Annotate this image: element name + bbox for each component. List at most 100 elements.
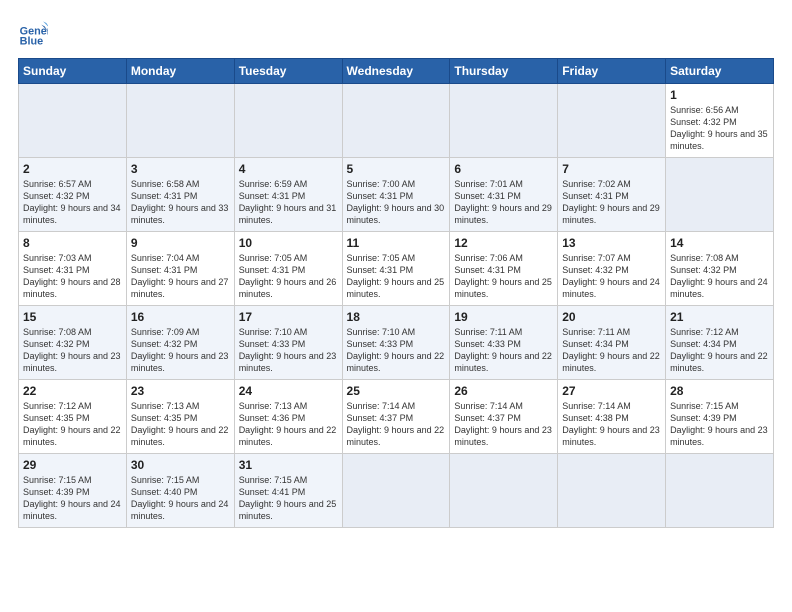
day-number: 8	[23, 236, 122, 250]
day-info: Sunrise: 7:10 AMSunset: 4:33 PMDaylight:…	[347, 326, 446, 375]
day-info: Sunrise: 6:59 AMSunset: 4:31 PMDaylight:…	[239, 178, 338, 227]
calendar-cell: 28 Sunrise: 7:15 AMSunset: 4:39 PMDayligh…	[666, 380, 774, 454]
week-row-6: 29Sunrise: 7:15 AMSunset: 4:39 PMDayligh…	[19, 454, 774, 528]
day-info: Sunrise: 7:02 AMSunset: 4:31 PMDaylight:…	[562, 178, 661, 227]
day-number: 30	[131, 458, 230, 472]
calendar-cell: 17 Sunrise: 7:10 AMSunset: 4:33 PMDayligh…	[234, 306, 342, 380]
day-number: 16	[131, 310, 230, 324]
day-number: 3	[131, 162, 230, 176]
day-info: Sunrise: 7:14 AMSunset: 4:38 PMDaylight:…	[562, 400, 661, 449]
calendar-cell	[234, 84, 342, 158]
day-number: 4	[239, 162, 338, 176]
calendar-cell	[558, 84, 666, 158]
week-row-5: 22Sunrise: 7:12 AMSunset: 4:35 PMDayligh…	[19, 380, 774, 454]
day-info: Sunrise: 7:15 AMSunset: 4:41 PMDaylight:…	[239, 474, 338, 523]
calendar-cell: 31 Sunrise: 7:15 AMSunset: 4:41 PMDayligh…	[234, 454, 342, 528]
calendar-cell: 4 Sunrise: 6:59 AMSunset: 4:31 PMDaylight…	[234, 158, 342, 232]
calendar-cell: 1 Sunrise: 6:56 AMSunset: 4:32 PMDaylight…	[666, 84, 774, 158]
day-number: 27	[562, 384, 661, 398]
day-info: Sunrise: 7:03 AMSunset: 4:31 PMDaylight:…	[23, 252, 122, 301]
calendar-cell: 8 Sunrise: 7:03 AMSunset: 4:31 PMDaylight…	[19, 232, 127, 306]
calendar-cell: 29Sunrise: 7:15 AMSunset: 4:39 PMDayligh…	[19, 454, 127, 528]
calendar-cell	[450, 454, 558, 528]
calendar-cell	[342, 84, 450, 158]
day-info: Sunrise: 6:56 AMSunset: 4:32 PMDaylight:…	[670, 104, 769, 153]
header-cell-saturday: Saturday	[666, 59, 774, 84]
day-number: 6	[454, 162, 553, 176]
day-number: 7	[562, 162, 661, 176]
calendar-cell: 7 Sunrise: 7:02 AMSunset: 4:31 PMDaylight…	[558, 158, 666, 232]
day-info: Sunrise: 7:12 AMSunset: 4:34 PMDaylight:…	[670, 326, 769, 375]
day-number: 28	[670, 384, 769, 398]
calendar-cell: 12Sunrise: 7:06 AMSunset: 4:31 PMDayligh…	[450, 232, 558, 306]
day-number: 1	[670, 88, 769, 102]
calendar-cell	[342, 454, 450, 528]
calendar-cell: 20 Sunrise: 7:11 AMSunset: 4:34 PMDayligh…	[558, 306, 666, 380]
day-info: Sunrise: 7:13 AMSunset: 4:35 PMDaylight:…	[131, 400, 230, 449]
day-info: Sunrise: 7:05 AMSunset: 4:31 PMDaylight:…	[347, 252, 446, 301]
header-cell-wednesday: Wednesday	[342, 59, 450, 84]
day-info: Sunrise: 6:58 AMSunset: 4:31 PMDaylight:…	[131, 178, 230, 227]
calendar-cell	[450, 84, 558, 158]
week-row-1: 1 Sunrise: 6:56 AMSunset: 4:32 PMDaylight…	[19, 84, 774, 158]
day-number: 10	[239, 236, 338, 250]
calendar-cell: 16Sunrise: 7:09 AMSunset: 4:32 PMDayligh…	[126, 306, 234, 380]
logo: General Blue	[18, 18, 52, 48]
day-info: Sunrise: 7:10 AMSunset: 4:33 PMDaylight:…	[239, 326, 338, 375]
day-info: Sunrise: 7:00 AMSunset: 4:31 PMDaylight:…	[347, 178, 446, 227]
day-info: Sunrise: 7:11 AMSunset: 4:34 PMDaylight:…	[562, 326, 661, 375]
week-row-2: 2 Sunrise: 6:57 AMSunset: 4:32 PMDaylight…	[19, 158, 774, 232]
svg-text:Blue: Blue	[20, 36, 43, 48]
calendar-cell: 27 Sunrise: 7:14 AMSunset: 4:38 PMDayligh…	[558, 380, 666, 454]
calendar-table: SundayMondayTuesdayWednesdayThursdayFrid…	[18, 58, 774, 528]
day-number: 18	[347, 310, 446, 324]
day-number: 26	[454, 384, 553, 398]
day-info: Sunrise: 7:11 AMSunset: 4:33 PMDaylight:…	[454, 326, 553, 375]
day-number: 23	[131, 384, 230, 398]
day-number: 5	[347, 162, 446, 176]
calendar-cell: 6 Sunrise: 7:01 AMSunset: 4:31 PMDaylight…	[450, 158, 558, 232]
day-number: 13	[562, 236, 661, 250]
header: General Blue	[18, 18, 774, 48]
calendar-cell: 19Sunrise: 7:11 AMSunset: 4:33 PMDayligh…	[450, 306, 558, 380]
calendar-cell: 18 Sunrise: 7:10 AMSunset: 4:33 PMDayligh…	[342, 306, 450, 380]
calendar-cell: 21Sunrise: 7:12 AMSunset: 4:34 PMDayligh…	[666, 306, 774, 380]
day-info: Sunrise: 7:04 AMSunset: 4:31 PMDaylight:…	[131, 252, 230, 301]
day-number: 2	[23, 162, 122, 176]
day-number: 24	[239, 384, 338, 398]
day-info: Sunrise: 6:57 AMSunset: 4:32 PMDaylight:…	[23, 178, 122, 227]
day-info: Sunrise: 7:01 AMSunset: 4:31 PMDaylight:…	[454, 178, 553, 227]
header-cell-monday: Monday	[126, 59, 234, 84]
day-info: Sunrise: 7:15 AMSunset: 4:40 PMDaylight:…	[131, 474, 230, 523]
header-cell-tuesday: Tuesday	[234, 59, 342, 84]
calendar-cell	[126, 84, 234, 158]
day-info: Sunrise: 7:15 AMSunset: 4:39 PMDaylight:…	[670, 400, 769, 449]
week-row-4: 15 Sunrise: 7:08 AMSunset: 4:32 PMDayligh…	[19, 306, 774, 380]
day-number: 15	[23, 310, 122, 324]
day-info: Sunrise: 7:14 AMSunset: 4:37 PMDaylight:…	[454, 400, 553, 449]
calendar-header: SundayMondayTuesdayWednesdayThursdayFrid…	[19, 59, 774, 84]
header-row: SundayMondayTuesdayWednesdayThursdayFrid…	[19, 59, 774, 84]
day-number: 14	[670, 236, 769, 250]
calendar-cell: 9Sunrise: 7:04 AMSunset: 4:31 PMDaylight…	[126, 232, 234, 306]
week-row-3: 8 Sunrise: 7:03 AMSunset: 4:31 PMDaylight…	[19, 232, 774, 306]
calendar-cell: 14Sunrise: 7:08 AMSunset: 4:32 PMDayligh…	[666, 232, 774, 306]
day-number: 17	[239, 310, 338, 324]
calendar-cell: 10Sunrise: 7:05 AMSunset: 4:31 PMDayligh…	[234, 232, 342, 306]
day-info: Sunrise: 7:13 AMSunset: 4:36 PMDaylight:…	[239, 400, 338, 449]
day-number: 20	[562, 310, 661, 324]
day-number: 29	[23, 458, 122, 472]
day-number: 22	[23, 384, 122, 398]
calendar-cell: 25Sunrise: 7:14 AMSunset: 4:37 PMDayligh…	[342, 380, 450, 454]
header-cell-friday: Friday	[558, 59, 666, 84]
day-info: Sunrise: 7:06 AMSunset: 4:31 PMDaylight:…	[454, 252, 553, 301]
day-info: Sunrise: 7:08 AMSunset: 4:32 PMDaylight:…	[23, 326, 122, 375]
calendar-cell: 26 Sunrise: 7:14 AMSunset: 4:37 PMDayligh…	[450, 380, 558, 454]
day-number: 25	[347, 384, 446, 398]
day-number: 31	[239, 458, 338, 472]
calendar-cell: 3 Sunrise: 6:58 AMSunset: 4:31 PMDaylight…	[126, 158, 234, 232]
calendar-cell	[558, 454, 666, 528]
calendar-cell	[19, 84, 127, 158]
header-cell-sunday: Sunday	[19, 59, 127, 84]
header-cell-thursday: Thursday	[450, 59, 558, 84]
